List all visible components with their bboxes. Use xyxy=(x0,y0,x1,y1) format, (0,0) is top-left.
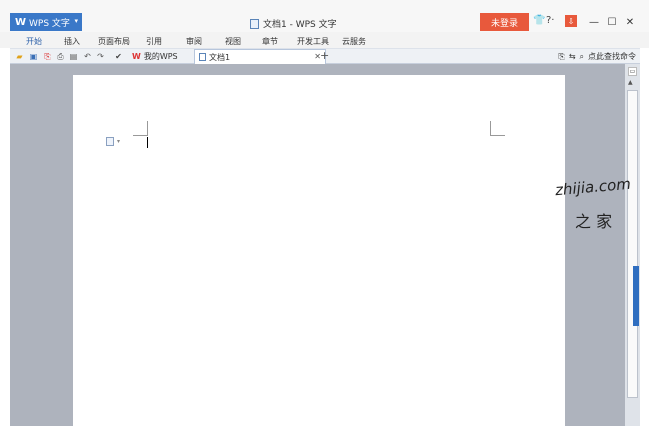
window-title: 文档1 - WPS 文字 xyxy=(250,17,337,30)
new-tab-plus-icon[interactable]: + xyxy=(320,49,329,62)
close-icon[interactable]: ✕ xyxy=(621,13,639,31)
print-icon[interactable]: ⎙ xyxy=(56,52,65,61)
doc-tab-label: 文档1 xyxy=(209,52,231,62)
switch-icon[interactable]: ⇆ xyxy=(569,52,576,61)
login-button[interactable]: 未登录 xyxy=(480,13,529,31)
skin-icon[interactable]: 👕 xyxy=(533,15,545,26)
tab-page-layout[interactable]: 页面布局 xyxy=(98,36,130,47)
split-view-icon[interactable]: ▭ xyxy=(628,67,637,76)
doc-tab-label: 我的WPS xyxy=(143,52,178,61)
quick-toolbar: ▰ ▣ ⎘ ⎙ ▤ ↶ ↷ ✔ W 我的WPS ✕ 文档1 ✕ + ⎘ ⇆ ⌕ … xyxy=(10,48,640,64)
undo-icon[interactable]: ↶ xyxy=(83,52,92,61)
export-pdf-icon[interactable]: ⎘ xyxy=(43,52,52,61)
window-title-text: 文档1 - WPS 文字 xyxy=(263,20,337,30)
scroll-up-arrow-icon[interactable]: ▲ xyxy=(628,79,633,86)
window-controls: — ☐ ✕ xyxy=(585,13,639,31)
tab-home[interactable]: 开始 xyxy=(26,36,42,47)
chevron-down-icon: ▾ xyxy=(74,17,78,25)
margin-corner-top-right xyxy=(490,121,505,136)
document-icon xyxy=(199,53,206,61)
document-icon xyxy=(250,18,259,29)
doc-tab-mywps[interactable]: W 我的WPS ✕ xyxy=(128,49,204,64)
scrollbar-thumb[interactable] xyxy=(627,90,638,398)
command-search-area: ⎘ ⇆ ⌕ 点此查找命令 xyxy=(554,51,636,62)
redo-icon[interactable]: ↷ xyxy=(96,52,105,61)
margin-corner-top-left xyxy=(133,121,148,136)
watermark-text-cn: 之 家 xyxy=(575,212,613,231)
doc-tab-doc1[interactable]: 文档1 ✕ xyxy=(194,49,326,64)
wps-logo-icon: W xyxy=(15,16,27,28)
wps-logo-icon: W xyxy=(132,52,141,61)
tab-view[interactable]: 视图 xyxy=(225,36,241,47)
chevron-down-icon[interactable]: ▾ xyxy=(117,138,120,145)
search-icon[interactable]: ⌕ xyxy=(580,52,584,62)
save-icon[interactable]: ▣ xyxy=(29,52,38,61)
minimize-icon[interactable]: — xyxy=(585,13,603,31)
vertical-scrollbar[interactable]: ▭ ▲ xyxy=(625,64,640,426)
tab-developer[interactable]: 开发工具 xyxy=(297,36,329,47)
tab-review[interactable]: 审阅 xyxy=(186,36,202,47)
side-panel-handle[interactable] xyxy=(633,266,639,326)
maximize-icon[interactable]: ☐ xyxy=(603,13,621,31)
share-icon[interactable]: ⇩ xyxy=(565,15,577,27)
ribbon-tabs: 开始 插入 页面布局 引用 审阅 视图 章节 开发工具 云服务 xyxy=(0,32,649,48)
open-folder-icon[interactable]: ▰ xyxy=(15,52,24,61)
app-menu-button[interactable]: W WPS 文字 ▾ xyxy=(10,13,82,31)
doc-list-icon[interactable]: ⎘ xyxy=(558,52,564,62)
help-icon[interactable]: ?· xyxy=(546,15,555,26)
command-search-input[interactable]: 点此查找命令 xyxy=(588,51,636,62)
app-name: WPS 文字 xyxy=(29,18,70,29)
tab-insert[interactable]: 插入 xyxy=(64,36,80,47)
tab-references[interactable]: 引用 xyxy=(146,36,162,47)
print-preview-icon[interactable]: ▤ xyxy=(69,52,78,61)
tab-cloud-service[interactable]: 云服务 xyxy=(342,36,366,47)
title-bar: W WPS 文字 ▾ 文档1 - WPS 文字 未登录 👕 ?· ⇩ — ☐ ✕ xyxy=(0,0,649,32)
text-cursor xyxy=(147,137,148,148)
customize-toolbar-icon[interactable]: ✔ xyxy=(114,52,123,61)
paragraph-layout-icon[interactable] xyxy=(106,137,114,146)
tab-section[interactable]: 章节 xyxy=(262,36,278,47)
